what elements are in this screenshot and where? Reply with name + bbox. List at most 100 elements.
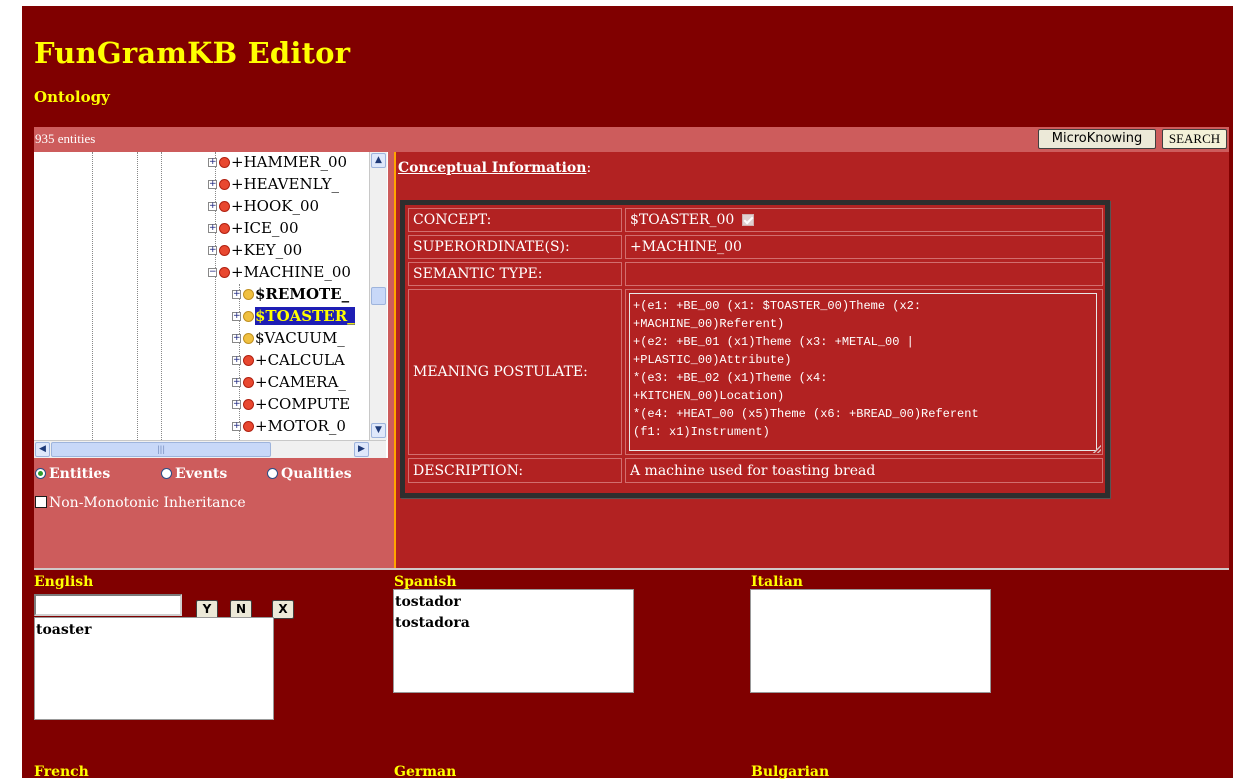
tree-item-label[interactable]: +HOOK_00 <box>231 197 319 215</box>
app-title: FunGramKB Editor <box>34 36 351 70</box>
english-input[interactable] <box>34 594 182 616</box>
search-button[interactable]: SEARCH <box>1162 129 1227 149</box>
delete-button[interactable]: X <box>272 600 294 619</box>
tree-item-label[interactable]: +MACHINE_00 <box>231 263 351 281</box>
italian-list[interactable] <box>750 589 991 693</box>
radio-selected-icon[interactable] <box>35 468 46 479</box>
scroll-thumb[interactable] <box>371 287 386 305</box>
collapse-icon[interactable]: − <box>208 267 217 277</box>
tree-item[interactable]: + +CAMERA_ <box>232 372 346 394</box>
subconcept-dot-icon <box>243 332 254 344</box>
radio-events[interactable]: Events <box>161 466 227 482</box>
tree-item[interactable]: + $REMOTE_ <box>232 284 349 306</box>
description-label: DESCRIPTION: <box>408 458 622 483</box>
tree-item[interactable]: + +COMPUTE <box>232 394 350 416</box>
scroll-left-icon[interactable]: ◀ <box>35 442 50 457</box>
tree-guide-line <box>137 152 138 440</box>
superordinate-value[interactable]: +MACHINE_00 <box>625 235 1103 259</box>
tree-item[interactable]: + +HEAVENLY_ <box>208 174 339 196</box>
list-item[interactable]: tostadora <box>395 613 632 634</box>
tree-item[interactable]: + +ICE_00 <box>208 218 299 240</box>
tree-item[interactable]: + +KEY_00 <box>208 240 302 262</box>
radio-icon[interactable] <box>267 468 278 479</box>
tree-item-label[interactable]: +HEAVENLY_ <box>231 175 339 193</box>
concept-label: CONCEPT: <box>408 208 622 232</box>
scroll-right-icon[interactable]: ▶ <box>354 442 369 457</box>
tree-item[interactable]: + +HAMMER_00 <box>208 152 347 174</box>
concept-row: CONCEPT: $TOASTER_00 <box>408 208 1103 232</box>
radio-label: Events <box>175 466 228 482</box>
expand-icon[interactable]: + <box>232 311 241 321</box>
scroll-down-icon[interactable]: ▼ <box>371 423 386 438</box>
subconcept-dot-icon <box>243 288 254 300</box>
tree-horizontal-scrollbar[interactable]: ◀ ||| ▶ <box>34 440 386 458</box>
tree-item-label[interactable]: $TOASTER_ <box>255 307 355 325</box>
radio-icon[interactable] <box>161 468 172 479</box>
tree-item[interactable]: + +HOOK_00 <box>208 196 319 218</box>
expand-icon[interactable]: + <box>208 179 217 189</box>
description-value[interactable]: A machine used for toasting bread <box>625 458 1103 483</box>
checked-icon[interactable] <box>742 214 755 226</box>
list-item[interactable]: toaster <box>36 620 272 641</box>
conceptual-info-link[interactable]: Conceptual Information <box>398 160 586 176</box>
expand-icon[interactable]: + <box>208 201 217 211</box>
expand-icon[interactable]: + <box>232 421 241 431</box>
expand-icon[interactable]: + <box>232 399 241 409</box>
tree-item[interactable]: + $VACUUM_ <box>232 328 345 350</box>
spanish-label: Spanish <box>394 574 457 590</box>
expand-icon[interactable]: + <box>208 245 217 255</box>
concept-dot-icon <box>219 178 230 190</box>
scroll-up-icon[interactable]: ▲ <box>371 153 386 168</box>
spanish-list[interactable]: tostador tostadora <box>393 589 634 693</box>
list-item[interactable]: tostador <box>395 592 632 613</box>
expand-icon[interactable]: + <box>208 223 217 233</box>
semantic-type-label: SEMANTIC TYPE: <box>408 262 622 286</box>
radio-entities[interactable]: Entities <box>35 466 110 482</box>
checkbox-icon[interactable] <box>35 496 47 508</box>
expand-icon[interactable]: + <box>232 289 241 299</box>
concept-value: $TOASTER_00 <box>630 212 735 228</box>
tree-item-label[interactable]: $VACUUM_ <box>255 329 345 347</box>
expand-icon[interactable]: + <box>232 333 241 343</box>
resize-grip-icon[interactable] <box>1093 445 1101 453</box>
tree-item-label[interactable]: $REMOTE_ <box>255 285 349 303</box>
scroll-thumb[interactable]: ||| <box>51 442 271 457</box>
tree-item-label[interactable]: +CALCULA <box>255 351 345 369</box>
tree-item-selected[interactable]: + $TOASTER_ <box>232 306 355 328</box>
tree-item-label[interactable]: +HAMMER_00 <box>231 153 347 171</box>
tree-item[interactable]: + +CALCULA <box>232 350 345 372</box>
tree-item[interactable]: + +MOTOR_0 <box>232 416 346 438</box>
tree-item-label[interactable]: +MOTOR_0 <box>255 417 346 435</box>
tree-vertical-scrollbar[interactable]: ▲ ▼ <box>369 152 387 440</box>
english-list[interactable]: toaster <box>34 617 274 720</box>
tree-item-label[interactable]: +KEY_00 <box>231 241 302 259</box>
ontology-panel: + +HAMMER_00 + +HEAVENLY_ + +HOOK_00 + +ICE_… <box>34 152 394 568</box>
concept-dot-icon <box>219 244 230 256</box>
ontology-tree[interactable]: + +HAMMER_00 + +HEAVENLY_ + +HOOK_00 + +ICE_… <box>34 152 388 458</box>
tree-item[interactable]: − +MACHINE_00 <box>208 262 351 284</box>
app-subtitle: Ontology <box>34 88 110 106</box>
microknowing-button[interactable]: MicroKnowing <box>1038 129 1156 149</box>
concept-table: CONCEPT: $TOASTER_00 SUPERORDINATE(S): +… <box>400 200 1110 498</box>
semantic-type-row: SEMANTIC TYPE: <box>408 262 1103 286</box>
concept-dot-icon <box>243 354 254 366</box>
expand-icon[interactable]: + <box>232 355 241 365</box>
non-monotonic-checkbox[interactable]: Non-Monotonic Inheritance <box>35 495 246 511</box>
radio-label: Entities <box>49 466 111 482</box>
concept-dot-icon <box>243 420 254 432</box>
meaning-postulate-textarea[interactable]: +(e1: +BE_00 (x1: $TOASTER_00)Theme (x2:… <box>629 293 1097 451</box>
expand-icon[interactable]: + <box>208 157 217 167</box>
semantic-type-value[interactable] <box>625 262 1103 286</box>
radio-label: Qualities <box>281 466 352 482</box>
entity-count: 935 entities <box>35 131 96 146</box>
conceptual-info-panel: Conceptual Information: CONCEPT: $TOASTE… <box>396 152 1229 568</box>
radio-qualities[interactable]: Qualities <box>267 466 352 482</box>
horizontal-splitter[interactable] <box>34 568 1229 570</box>
app-frame: FunGramKB Editor Ontology 935 entities M… <box>22 6 1233 780</box>
superordinate-label: SUPERORDINATE(S): <box>408 235 622 259</box>
tree-item-label[interactable]: +ICE_00 <box>231 219 299 237</box>
tree-item-label[interactable]: +COMPUTE <box>255 395 350 413</box>
expand-icon[interactable]: + <box>232 377 241 387</box>
tree-item-label[interactable]: +CAMERA_ <box>255 373 346 391</box>
conceptual-info-title: Conceptual Information: <box>398 160 591 176</box>
